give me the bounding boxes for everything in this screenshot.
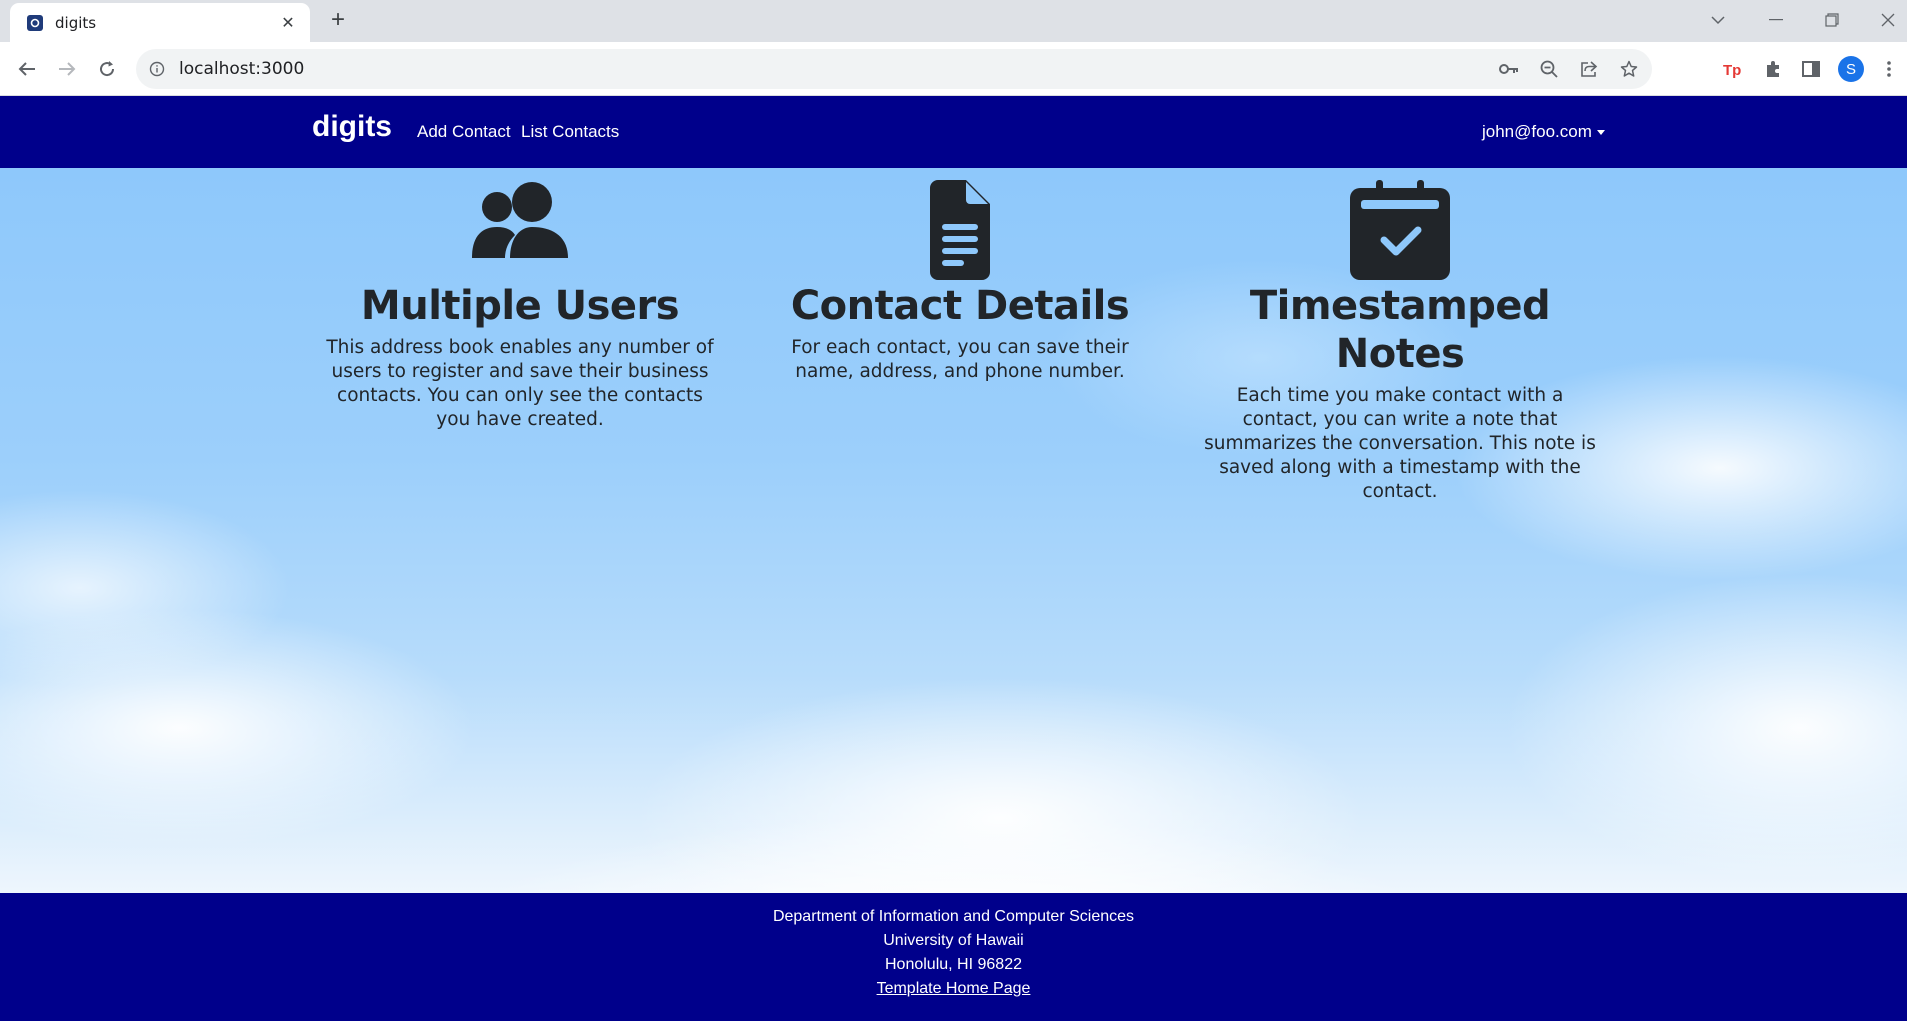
nav-add-contact[interactable]: Add Contact — [417, 122, 511, 142]
key-icon[interactable] — [1498, 59, 1520, 79]
footer-department: Department of Information and Computer S… — [772, 908, 1135, 925]
user-email: john@foo.com — [1482, 122, 1592, 141]
tab-search-icon[interactable] — [1706, 8, 1730, 32]
browser-tabstrip: digits ✕ + — [0, 0, 1907, 42]
bookmark-star-icon[interactable] — [1618, 59, 1640, 79]
forward-icon[interactable] — [54, 56, 80, 82]
favicon-icon — [27, 14, 43, 31]
restore-icon[interactable] — [1820, 8, 1844, 32]
reload-icon[interactable] — [94, 56, 120, 82]
minimize-icon[interactable] — [1764, 8, 1788, 32]
file-icon — [930, 180, 990, 280]
side-panel-icon[interactable] — [1798, 56, 1824, 82]
calendar-check-icon — [1350, 180, 1450, 280]
feature-text: Each time you make contact with a contac… — [1204, 385, 1596, 502]
browser-tab[interactable]: digits ✕ — [10, 3, 310, 42]
extensions-puzzle-icon[interactable] — [1760, 56, 1786, 82]
feature-timestamped-notes: Timestamped Notes Each time you make con… — [1190, 180, 1610, 504]
address-bar[interactable]: localhost:3000 — [136, 49, 1652, 89]
footer-university: University of Hawaii — [883, 932, 1024, 949]
users-icon — [472, 182, 568, 258]
share-icon[interactable] — [1578, 59, 1600, 79]
feature-title: Multiple Users — [360, 283, 680, 329]
footer-address: Honolulu, HI 96822 — [885, 956, 1022, 973]
feature-text: For each contact, you can save their nam… — [791, 337, 1129, 382]
new-tab-icon[interactable]: + — [326, 8, 350, 32]
brand-link[interactable]: digits — [312, 110, 392, 144]
nav-list-contacts[interactable]: List Contacts — [521, 122, 619, 142]
svg-text:Tp: Tp — [1723, 62, 1741, 78]
browser-toolbar: localhost:3000 Tp S — [0, 42, 1907, 96]
profile-initial: S — [1838, 56, 1864, 82]
tab-title: digits — [55, 13, 97, 32]
landing-hero: Multiple Users This address book enables… — [0, 168, 1907, 893]
user-dropdown[interactable]: john@foo.com — [1482, 122, 1605, 142]
top-navbar: digits Add Contact List Contacts john@fo… — [0, 96, 1907, 168]
extension-tp-icon[interactable]: Tp — [1720, 56, 1746, 82]
feature-title: Contact Details — [790, 283, 1130, 329]
site-info-icon[interactable] — [149, 61, 165, 77]
feature-text: This address book enables any number of … — [326, 337, 714, 430]
back-icon[interactable] — [14, 56, 40, 82]
feature-multiple-users: Multiple Users This address book enables… — [310, 180, 730, 432]
close-window-icon[interactable] — [1876, 8, 1900, 32]
browser-menu-icon[interactable] — [1876, 56, 1902, 82]
close-tab-icon[interactable]: ✕ — [278, 13, 298, 33]
template-home-link[interactable]: Template Home Page — [877, 980, 1031, 997]
feature-contact-details: Contact Details For each contact, you ca… — [750, 180, 1170, 384]
feature-title: Timestamped Notes — [1249, 283, 1551, 377]
url-text: localhost:3000 — [179, 59, 305, 79]
profile-avatar[interactable]: S — [1838, 56, 1864, 82]
page-viewport: digits Add Contact List Contacts john@fo… — [0, 96, 1907, 1021]
caret-down-icon — [1596, 130, 1605, 135]
zoom-out-icon[interactable] — [1538, 59, 1560, 79]
page-footer: Department of Information and Computer S… — [0, 893, 1907, 1021]
